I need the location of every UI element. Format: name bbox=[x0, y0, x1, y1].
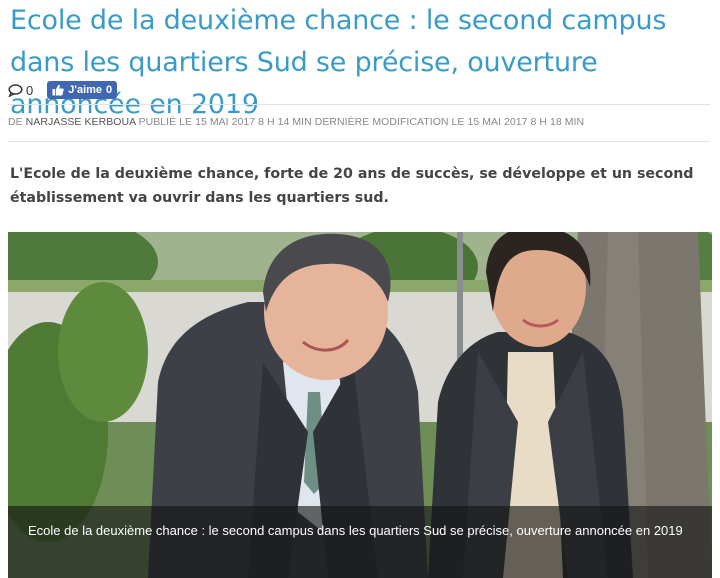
photo-caption: Ecole de la deuxième chance : le second … bbox=[8, 506, 712, 578]
comments-link[interactable]: 0 bbox=[8, 83, 33, 98]
modified-date: 15 MAI 2017 8 H 18 MIN bbox=[467, 116, 585, 128]
facebook-like-button[interactable]: J'aime 0 bbox=[47, 81, 118, 99]
modified-label: DERNIÈRE MODIFICATION LE bbox=[314, 116, 465, 128]
social-bar: 0 J'aime 0 bbox=[8, 80, 118, 100]
divider bbox=[8, 104, 710, 105]
comment-count: 0 bbox=[26, 82, 34, 98]
comment-bubble-icon bbox=[8, 83, 23, 97]
thumbs-up-icon bbox=[52, 84, 64, 96]
published-date: 15 MAI 2017 8 H 14 MIN bbox=[195, 116, 312, 128]
divider bbox=[8, 141, 710, 142]
article-photo[interactable]: Ecole de la deuxième chance : le second … bbox=[8, 232, 712, 578]
fb-like-label: J'aime bbox=[68, 84, 103, 96]
article-lead: L'Ecole de la deuxième chance, forte de … bbox=[10, 166, 694, 206]
published-label: PUBLIÉ LE bbox=[138, 116, 193, 128]
article-meta: DE NARJASSE KERBOUA PUBLIÉ LE 15 MAI 201… bbox=[8, 116, 584, 128]
fb-like-count: 0 bbox=[106, 84, 113, 96]
author-link[interactable]: NARJASSE KERBOUA bbox=[26, 116, 136, 128]
by-label: DE bbox=[8, 116, 23, 128]
article-title: Ecole de la deuxième chance : le second … bbox=[10, 5, 667, 120]
